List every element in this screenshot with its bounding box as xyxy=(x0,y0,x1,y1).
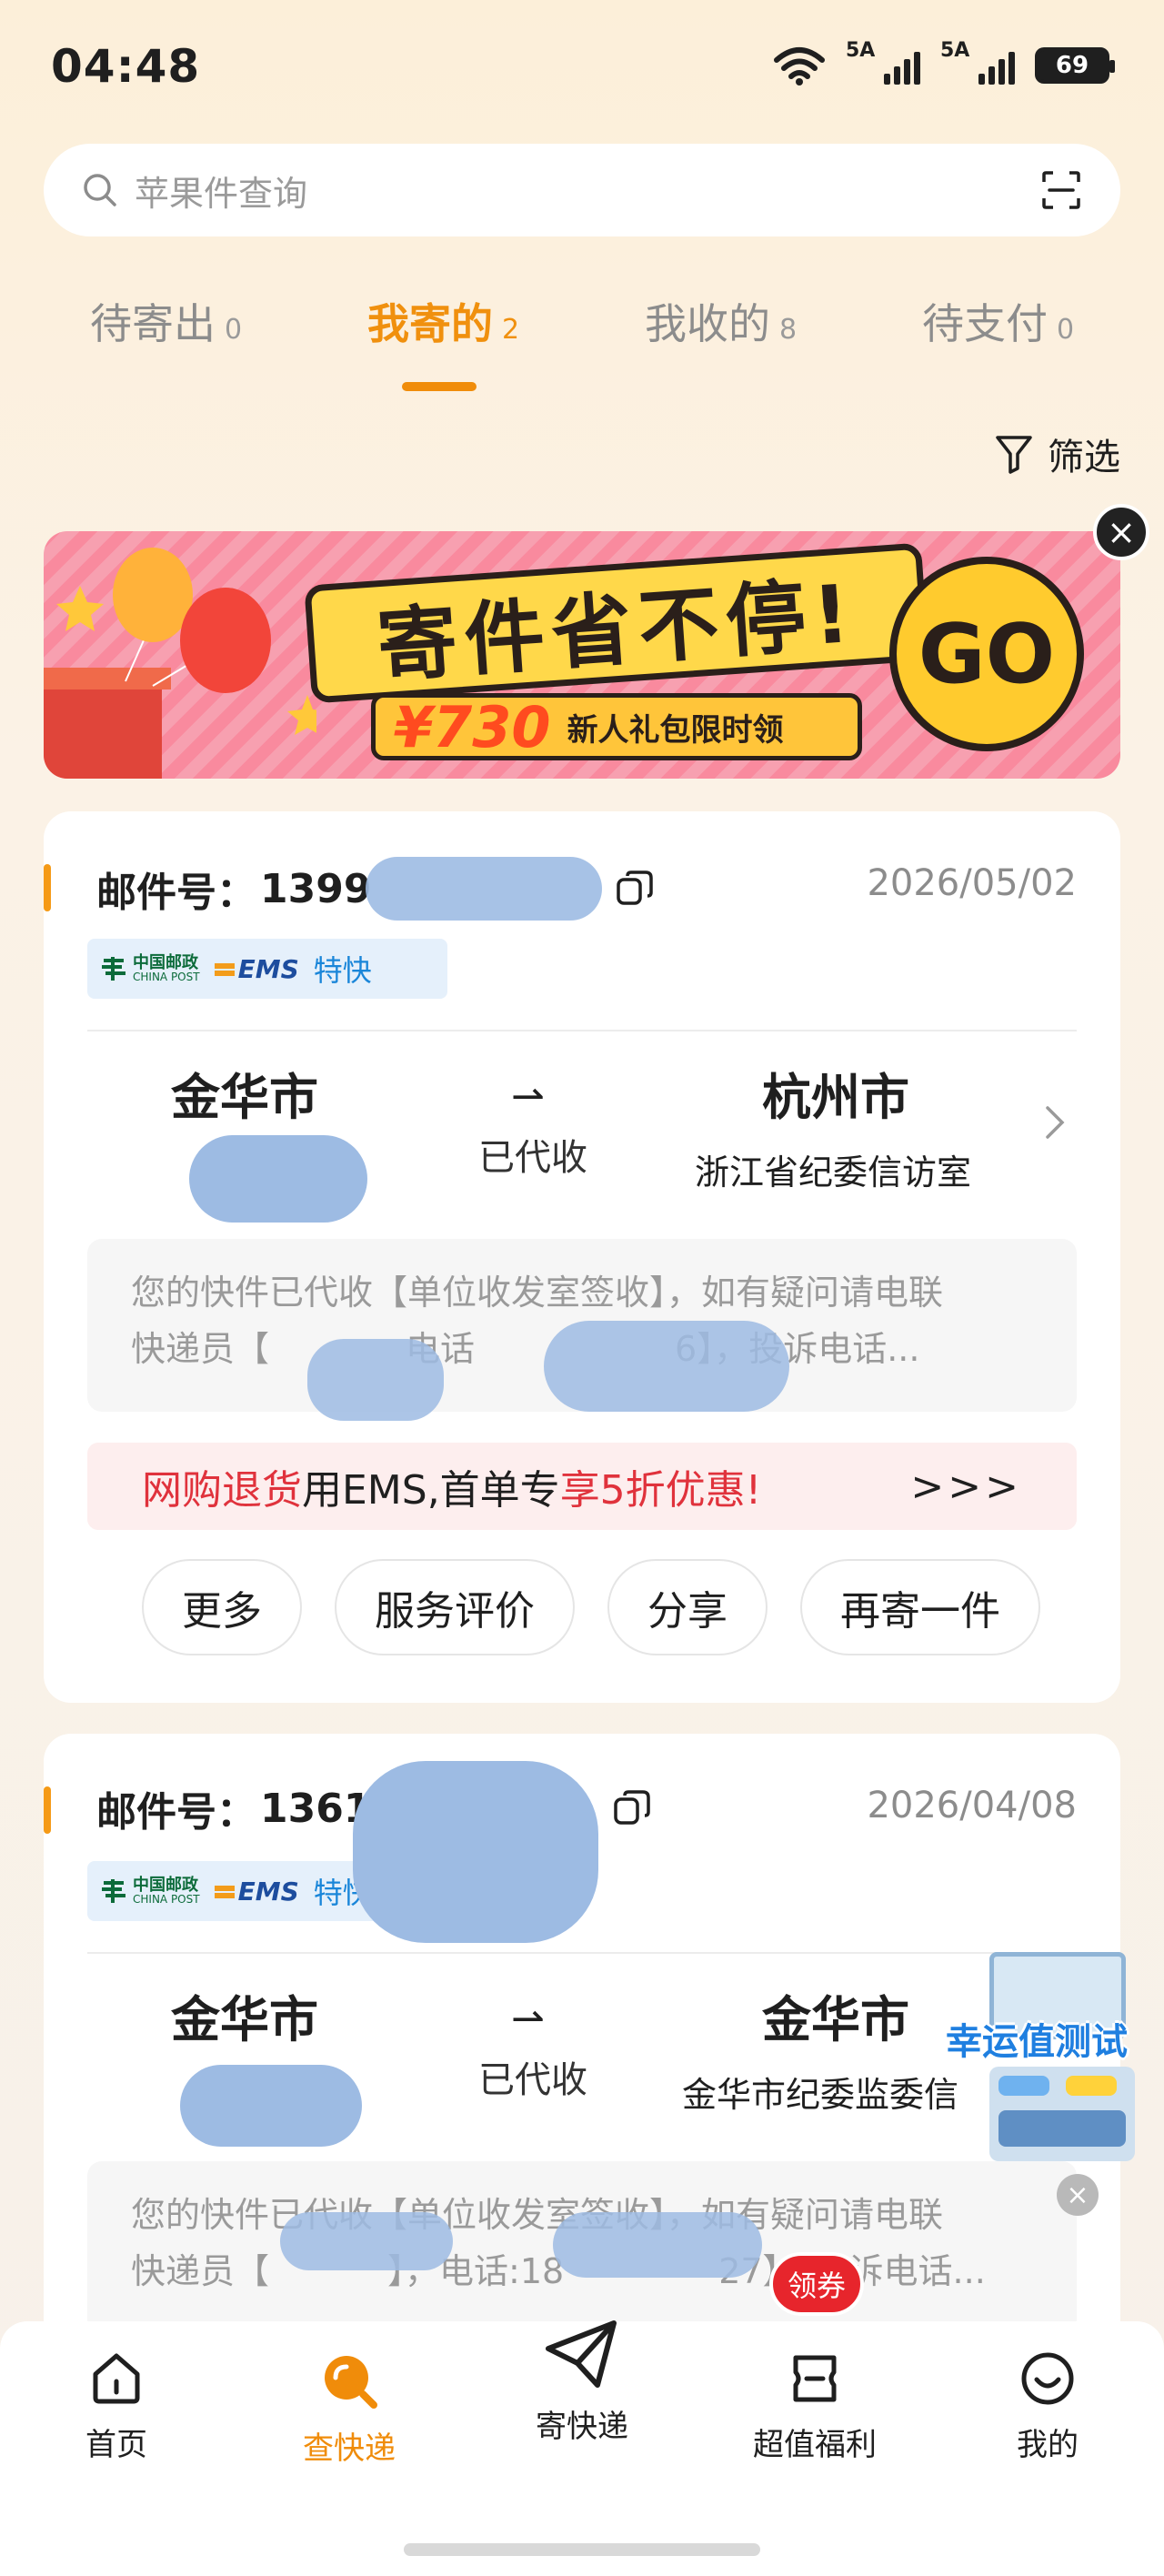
wifi-icon xyxy=(774,47,825,86)
banner-amount: ¥730 xyxy=(394,693,551,760)
active-tab-indicator xyxy=(402,382,477,391)
tab-sent[interactable]: 我寄的 2 xyxy=(367,291,519,351)
redaction-mark xyxy=(544,1321,789,1412)
card-accent-bar xyxy=(44,1786,51,1834)
redaction-mark xyxy=(553,2212,762,2278)
search-parcel-icon xyxy=(325,2356,377,2409)
tab-received[interactable]: 我收的 8 xyxy=(645,291,797,351)
promo-banner[interactable]: 寄件省不停! ¥730 新人礼包限时领 GO xyxy=(44,531,1120,779)
bottom-navigation: 首页 查快递 寄快递 超值福利 我的 xyxy=(0,2320,1164,2576)
search-bar[interactable]: 苹果件查询 xyxy=(44,144,1120,236)
banner-close-button[interactable]: × xyxy=(1093,504,1149,560)
card-actions: 更多 服务评价 分享 再寄一件 xyxy=(142,1559,1040,1655)
redaction-mark xyxy=(180,2065,362,2147)
destination-detail: 浙江省纪委信访室 xyxy=(695,1152,972,1192)
nav-home[interactable]: 首页 xyxy=(35,2349,198,2464)
banner-title-box: 寄件省不停! xyxy=(304,542,929,704)
signal-icon: 5A xyxy=(846,39,920,85)
copy-icon[interactable] xyxy=(615,869,655,909)
route-arrow-icon: ⇀ xyxy=(511,1073,545,1120)
route-info[interactable]: 金华市 ⇀ 已代收 杭州市 浙江省纪委信访室 xyxy=(44,1057,1120,1223)
redaction-mark xyxy=(353,1761,598,1943)
tab-to-send[interactable]: 待寄出 0 xyxy=(90,291,242,351)
filter-icon xyxy=(996,436,1032,474)
nav-label: 首页 xyxy=(85,2427,147,2463)
china-post-icon xyxy=(102,957,125,981)
banner-subtitle-box: ¥730 新人礼包限时领 xyxy=(371,693,862,760)
redaction-mark xyxy=(366,857,603,921)
filter-button[interactable]: 筛选 xyxy=(995,428,1120,480)
nav-track-parcel[interactable]: 查快递 xyxy=(267,2349,431,2468)
destination-city: 杭州市 xyxy=(762,1069,909,1126)
mail-number-label: 邮件号： xyxy=(96,1789,256,1836)
rate-service-button[interactable]: 服务评价 xyxy=(335,1559,575,1655)
redaction-mark xyxy=(307,1339,444,1421)
nav-label: 我的 xyxy=(1017,2427,1079,2463)
route-arrow-icon: ⇀ xyxy=(511,1996,545,2042)
carrier-badge: 中国邮政 CHINA POST EMS 特快 xyxy=(87,939,447,999)
gift-ticket-icon xyxy=(793,2355,837,2402)
banner-subtitle: 新人礼包限时领 xyxy=(567,711,784,749)
origin-city: 金华市 xyxy=(171,1991,318,2048)
tracking-message-line1: 您的快件已代收【单位收发室签收】，如有疑问请电联 xyxy=(131,1273,944,1313)
nav-send-parcel[interactable]: 寄快递 xyxy=(500,2320,664,2446)
china-post-logo: 中国邮政 CHINA POST xyxy=(100,955,200,982)
redaction-mark xyxy=(189,1135,367,1223)
more-button[interactable]: 更多 xyxy=(142,1559,302,1655)
ems-logo: EMS xyxy=(214,954,299,984)
chevron-right-icon[interactable] xyxy=(1044,1102,1066,1142)
shipment-status: 已代收 xyxy=(478,2059,587,2101)
origin-city: 金华市 xyxy=(171,1069,318,1126)
home-icon xyxy=(93,2353,140,2404)
divider xyxy=(87,1952,1077,1954)
destination-detail: 金华市纪委监委信 xyxy=(682,2075,959,2115)
china-post-icon xyxy=(102,1879,125,1903)
mail-number-label: 邮件号： xyxy=(96,870,256,916)
send-plane-icon xyxy=(546,2320,617,2388)
card-accent-bar xyxy=(44,864,51,911)
filter-label: 筛选 xyxy=(1048,437,1120,478)
tab-to-pay[interactable]: 待支付 0 xyxy=(922,291,1074,351)
search-input[interactable]: 苹果件查询 xyxy=(135,166,1040,216)
balloons-gift-illustration xyxy=(44,548,316,779)
shipment-date: 2026/04/08 xyxy=(867,1785,1077,1826)
china-post-logo: 中国邮政 CHINA POST xyxy=(100,1877,200,1905)
send-again-button[interactable]: 再寄一件 xyxy=(800,1559,1040,1655)
share-button[interactable]: 分享 xyxy=(607,1559,768,1655)
search-icon xyxy=(84,174,116,206)
mail-number: 1399 xyxy=(260,865,372,912)
signal-icon: 5A xyxy=(940,39,1015,85)
divider xyxy=(87,1030,1077,1031)
banner-go-button[interactable]: GO xyxy=(889,557,1084,751)
nav-label: 查快递 xyxy=(303,2430,396,2467)
copy-icon[interactable] xyxy=(612,1788,652,1828)
status-time: 04:48 xyxy=(51,40,201,93)
nav-profile[interactable]: 我的 xyxy=(966,2349,1129,2464)
nav-label: 超值福利 xyxy=(753,2427,877,2463)
tab-bar: 待寄出 0 我寄的 2 我收的 8 待支付 0 xyxy=(0,291,1164,351)
luck-test-label: 幸运值测试 xyxy=(946,2021,1128,2063)
scan-icon[interactable] xyxy=(1040,169,1082,211)
smiley-profile-icon xyxy=(1021,2352,1074,2405)
mail-number-row: 邮件号： 1399 xyxy=(96,857,655,921)
shipment-status: 已代收 xyxy=(478,1137,587,1179)
coupon-badge[interactable]: 领券 xyxy=(769,2252,864,2316)
service-type: 特快 xyxy=(313,953,372,988)
nav-benefits[interactable]: 超值福利 xyxy=(733,2349,897,2464)
redaction-mark xyxy=(280,2212,453,2270)
destination-city: 金华市 xyxy=(762,1991,909,2048)
home-indicator[interactable] xyxy=(404,2543,760,2556)
calculator-keys-illustration xyxy=(989,2067,1135,2161)
battery-icon: 69 xyxy=(1035,47,1115,84)
luck-test-widget[interactable]: 幸运值测试 xyxy=(946,1952,1162,2161)
banner-title: 寄件省不停! xyxy=(374,566,860,693)
nav-label: 寄快递 xyxy=(536,2409,628,2445)
luck-widget-close-button[interactable]: × xyxy=(1057,2174,1099,2216)
shipment-card[interactable]: 邮件号： 1399 2026/05/02 中国邮政 CHINA POST EMS … xyxy=(44,811,1120,1703)
shipment-date: 2026/05/02 xyxy=(867,862,1077,904)
return-promo-banner[interactable]: 网购退货 用EMS,首单专 享5折优惠! >>> xyxy=(87,1443,1077,1530)
status-icons: 5A 5A 69 xyxy=(773,39,1115,86)
ems-logo: EMS xyxy=(214,1877,299,1907)
